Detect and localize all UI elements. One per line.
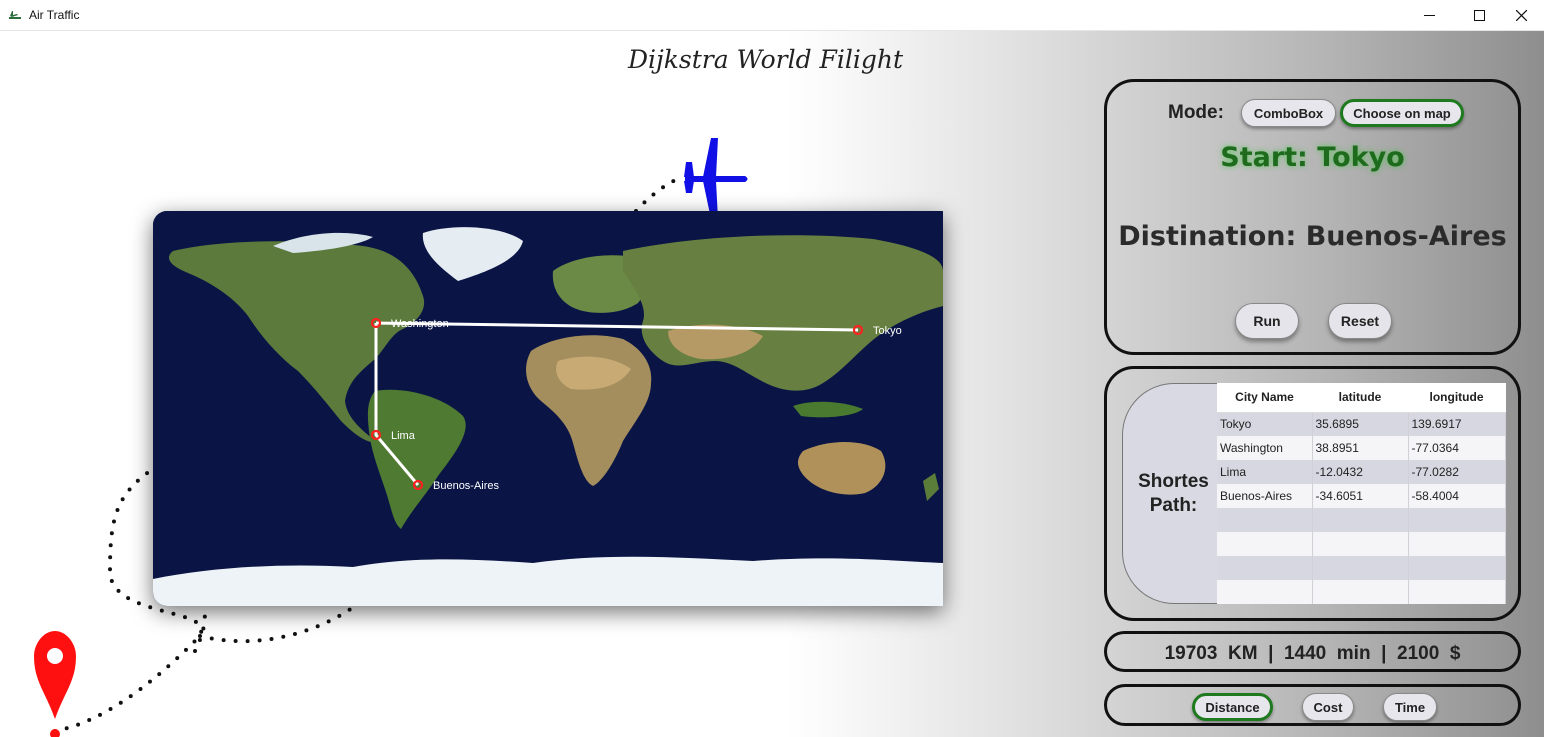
shortest-path-label: Shortes Path: — [1122, 383, 1218, 604]
city-label-buenos-aires: Buenos-Aires — [433, 480, 500, 492]
shortest-path-label-line1: Shortes — [1138, 470, 1209, 492]
cell-longitude — [1408, 556, 1506, 580]
table-row[interactable]: Lima -12.0432 -77.0282 — [1217, 460, 1506, 484]
mode-panel: Mode: ComboBox Choose on map Start: Toky… — [1104, 79, 1521, 355]
table-row[interactable] — [1217, 532, 1506, 556]
cell-latitude: 35.6895 — [1312, 412, 1409, 436]
dotted-path-lower — [198, 604, 357, 644]
app-stage: Dijkstra World Filight Washington Tokyo … — [0, 31, 1544, 737]
reset-button[interactable]: Reset — [1328, 303, 1392, 339]
choose-on-map-mode-button[interactable]: Choose on map — [1340, 99, 1464, 127]
cell-latitude: 38.8951 — [1312, 436, 1409, 460]
column-header-longitude[interactable]: longitude — [1408, 383, 1505, 413]
cell-city-name: Washington — [1217, 436, 1313, 460]
distance-criteria-button[interactable]: Distance — [1192, 693, 1273, 721]
totals-panel: 19703 KM | 1440 min | 2100 $ — [1104, 631, 1521, 672]
cell-latitude — [1312, 580, 1409, 604]
cell-latitude — [1312, 556, 1409, 580]
mode-label: Mode: — [1168, 102, 1224, 123]
shortest-path-panel: Shortes Path: City Name latitude longitud… — [1104, 366, 1521, 621]
app-heading-text: Dijkstra World Filight — [627, 45, 904, 74]
table-header-row: City Name latitude longitude — [1217, 383, 1505, 413]
column-header-latitude[interactable]: latitude — [1312, 383, 1408, 413]
airplane-icon — [684, 138, 748, 219]
shortest-path-table[interactable]: City Name latitude longitude Tokyo 35.689… — [1217, 383, 1506, 604]
maximize-icon[interactable] — [1456, 0, 1502, 31]
cell-city-name — [1217, 508, 1313, 532]
route-totals-text: 19703 KM | 1440 min | 2100 $ — [1164, 643, 1461, 664]
world-map[interactable]: Washington Tokyo Lima Buenos-Aires — [153, 211, 943, 606]
cell-city-name — [1217, 556, 1313, 580]
cell-latitude — [1312, 532, 1409, 556]
cell-city-name — [1217, 532, 1313, 556]
cell-longitude — [1408, 532, 1506, 556]
dotted-path-inner — [193, 604, 207, 653]
cell-city-name: Buenos-Aires — [1217, 484, 1313, 508]
minimize-icon[interactable] — [1406, 0, 1452, 31]
world-map-canvas[interactable]: Washington Tokyo Lima Buenos-Aires — [153, 211, 943, 606]
cell-longitude: -77.0364 — [1408, 436, 1506, 460]
shortest-path-label-line2: Path: — [1149, 494, 1198, 516]
table-row[interactable]: Buenos-Aires -34.6051 -58.4004 — [1217, 484, 1506, 508]
cell-longitude: 139.6917 — [1408, 412, 1506, 436]
airplane-app-icon — [8, 8, 22, 22]
run-button[interactable]: Run — [1235, 303, 1299, 339]
criteria-panel: Distance Cost Time — [1104, 684, 1521, 726]
close-icon[interactable] — [1498, 0, 1544, 31]
combobox-mode-button[interactable]: ComboBox — [1241, 99, 1336, 127]
window-titlebar: Air Traffic — [0, 0, 1544, 31]
window-title: Air Traffic — [29, 8, 80, 22]
table-row[interactable] — [1217, 556, 1506, 580]
table-row[interactable] — [1217, 580, 1506, 604]
cell-longitude — [1408, 508, 1506, 532]
city-label-tokyo: Tokyo — [873, 325, 902, 337]
table-row[interactable] — [1217, 508, 1506, 532]
cell-latitude: -12.0432 — [1312, 460, 1409, 484]
dotted-path-top — [634, 175, 684, 213]
table-row[interactable]: Washington 38.8951 -77.0364 — [1217, 436, 1506, 460]
app-heading: Dijkstra World Filight — [0, 45, 1544, 74]
column-header-city-name[interactable]: City Name — [1217, 383, 1312, 413]
cell-city-name: Lima — [1217, 460, 1313, 484]
table-row[interactable]: Tokyo 35.6895 139.6917 — [1217, 412, 1506, 436]
cell-city-name: Tokyo — [1217, 412, 1313, 436]
cell-latitude — [1312, 508, 1409, 532]
time-criteria-button[interactable]: Time — [1383, 693, 1437, 721]
start-city-text: Start: Tokyo — [1220, 142, 1405, 173]
cell-latitude: -34.6051 — [1312, 484, 1409, 508]
location-pin-icon — [34, 631, 76, 737]
city-label-washington: Washington — [391, 318, 449, 330]
cell-longitude: -58.4004 — [1408, 484, 1506, 508]
city-label-lima: Lima — [391, 430, 416, 442]
cell-longitude — [1408, 580, 1506, 604]
destination-city-text: Distination: Buenos-Aires — [1118, 221, 1507, 252]
cost-criteria-button[interactable]: Cost — [1302, 693, 1354, 721]
cell-city-name — [1217, 580, 1313, 604]
cell-longitude: -77.0282 — [1408, 460, 1506, 484]
